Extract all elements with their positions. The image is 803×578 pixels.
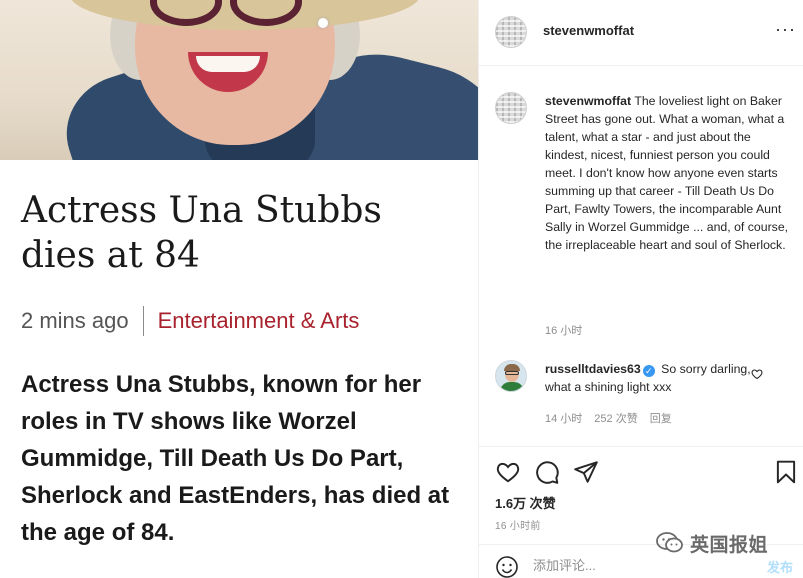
comment-input[interactable]: [533, 555, 733, 575]
bookmark-icon[interactable]: [773, 459, 799, 485]
caption-body: stevenwmoffat The loveliest light on Bak…: [545, 92, 791, 254]
article-summary: Actress Una Stubbs, known for her roles …: [21, 371, 450, 546]
heart-icon[interactable]: [751, 368, 763, 383]
post-header: stevenwmoffat ···: [479, 0, 803, 66]
article-photo: [0, 0, 478, 160]
article-time: 2 mins ago: [21, 308, 129, 333]
comment-icon[interactable]: [534, 459, 560, 485]
article-meta: 2 mins ago Entertainment & Arts: [21, 305, 359, 337]
emoji-icon[interactable]: [495, 555, 519, 578]
reply-button[interactable]: 回复: [650, 410, 672, 426]
wechat-icon: [656, 532, 684, 554]
article-card: Actress Una Stubbs dies at 84 2 mins ago…: [0, 160, 478, 578]
like-count[interactable]: 1.6万 次赞: [495, 493, 556, 512]
article-category: Entertainment & Arts: [157, 308, 360, 333]
comment-body: russelltdavies63 ✓ So sorry darling, what…: [545, 360, 769, 396]
watermark-text: 英国报姐: [690, 534, 769, 556]
avatar[interactable]: [495, 16, 527, 48]
caption-text: The loveliest light on Baker Street has …: [545, 94, 789, 252]
avatar[interactable]: [495, 92, 527, 124]
post-panel: stevenwmoffat ··· stevenwmoffat The love…: [479, 0, 803, 578]
watermark: 英国报姐: [656, 528, 786, 558]
share-icon[interactable]: [573, 459, 599, 485]
comment-likes[interactable]: 252 次赞: [594, 410, 637, 426]
caption-username[interactable]: stevenwmoffat: [545, 94, 631, 108]
comment-username[interactable]: russelltdavies63: [545, 362, 641, 376]
post-timestamp[interactable]: 16 小时前: [495, 517, 541, 532]
post-image[interactable]: Actress Una Stubbs dies at 84 2 mins ago…: [0, 0, 478, 578]
heart-icon[interactable]: [495, 459, 521, 485]
post-button[interactable]: 发布: [767, 557, 793, 576]
more-icon[interactable]: ···: [775, 19, 796, 40]
verified-icon: ✓: [642, 365, 655, 377]
caption-time[interactable]: 16 小时: [545, 322, 582, 338]
meta-divider: [142, 306, 144, 336]
comment-actions: 14 小时 252 次赞 回复: [545, 410, 672, 426]
avatar[interactable]: [495, 360, 527, 392]
post-username[interactable]: stevenwmoffat: [543, 23, 634, 38]
comment-time[interactable]: 14 小时: [545, 410, 582, 426]
article-headline: Actress Una Stubbs dies at 84: [21, 190, 382, 276]
